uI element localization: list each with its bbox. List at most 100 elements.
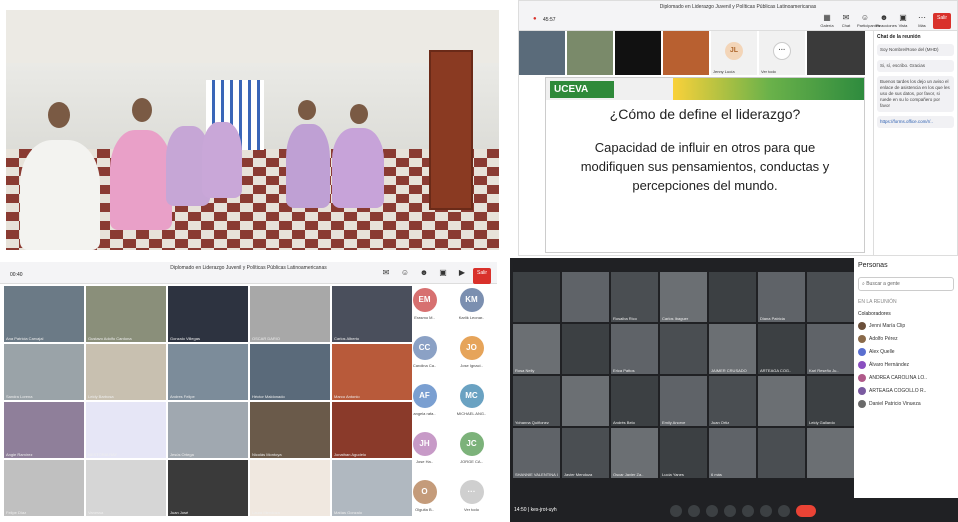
- video-tile[interactable]: Jesús Ortega: [168, 402, 248, 458]
- reaction-button[interactable]: [724, 505, 736, 517]
- video-tile[interactable]: Ana Patricia Carvajal: [4, 286, 84, 342]
- initials-tile[interactable]: MC MICHAEL ANG..: [450, 382, 493, 426]
- meet-tile[interactable]: ARTEAGA COG..: [758, 324, 805, 374]
- meet-tile[interactable]: Lucía Yanes: [660, 428, 707, 478]
- see-all-tile[interactable]: ··· Ver todo: [759, 31, 805, 75]
- leave-button[interactable]: Salir: [932, 13, 951, 29]
- meet-tile[interactable]: Carlos Ibaguer: [660, 272, 707, 322]
- hand-button[interactable]: [760, 505, 772, 517]
- person-row[interactable]: ANDREA CAROLINA LO..: [858, 374, 954, 382]
- initials-tile[interactable]: KM Karlik Leonar..: [450, 286, 493, 330]
- more-button[interactable]: [778, 505, 790, 517]
- video-tile[interactable]: Gustavo Adolfo Cardona: [86, 286, 166, 342]
- meet-tile[interactable]: Javier Mendoza: [562, 428, 609, 478]
- initials-tile[interactable]: JH Jose Ha..: [403, 430, 446, 474]
- chat-button[interactable]: ✉: [378, 268, 394, 284]
- captions-button[interactable]: [706, 505, 718, 517]
- meet-tile[interactable]: Leidy Gallardo: [807, 376, 854, 426]
- meet-tile[interactable]: Oscar Javier Za..: [611, 428, 658, 478]
- meet-tile[interactable]: [807, 428, 854, 478]
- participants-button[interactable]: ☺ Participantes: [857, 13, 880, 29]
- video-tile[interactable]: Nicolás Montoya: [250, 402, 330, 458]
- person-row[interactable]: Alex Quelle: [858, 348, 954, 356]
- meet-tile[interactable]: [562, 272, 609, 322]
- video-tile[interactable]: Carlos Alberto: [332, 286, 412, 342]
- video-tile[interactable]: Gonzalo Villegas: [168, 286, 248, 342]
- meet-tile[interactable]: Karl Reseño Ju..: [807, 324, 854, 374]
- initials-tile[interactable]: JO Jose Ignaci..: [450, 334, 493, 378]
- photo-ceiling: [6, 10, 499, 63]
- end-call-button[interactable]: [796, 505, 816, 517]
- video-tile[interactable]: Sandra Lorena: [4, 344, 84, 400]
- mic-button[interactable]: [670, 505, 682, 517]
- video-tile[interactable]: Matías Gonzalo: [332, 460, 412, 516]
- video-tile[interactable]: NESTORIA RAY: [86, 402, 166, 458]
- video-tile[interactable]: Laura Mendoza: [250, 460, 330, 516]
- chat-button[interactable]: ✉ Chat: [838, 13, 854, 29]
- meet-tile[interactable]: Rosa Nelly: [513, 324, 560, 374]
- video-tile[interactable]: JL Jenny Lucía: [711, 31, 757, 75]
- people-search[interactable]: ⌕ Buscar a gente: [858, 277, 954, 291]
- reactions-button[interactable]: ☻ Reacciones: [876, 13, 897, 29]
- meet-tile[interactable]: 6 más: [709, 428, 756, 478]
- video-tile[interactable]: Juan José: [168, 460, 248, 516]
- meet-tile[interactable]: [562, 376, 609, 426]
- initials-tile[interactable]: ··· Ver todo: [450, 478, 493, 522]
- video-tile[interactable]: Jonathan Agudelo: [332, 402, 412, 458]
- meet-tile[interactable]: Emily Anorve: [660, 376, 707, 426]
- view-button[interactable]: ▣: [435, 268, 451, 284]
- more-button[interactable]: ⋯ Más: [914, 13, 930, 29]
- person-row[interactable]: Álvaro Hernández: [858, 361, 954, 369]
- meet-tile[interactable]: [758, 428, 805, 478]
- reactions-button[interactable]: ☻: [416, 268, 432, 284]
- video-tile[interactable]: Héctor Maldonado: [250, 344, 330, 400]
- initials-tile[interactable]: EM Erasmo M..: [403, 286, 446, 330]
- person-row[interactable]: Jenni María Clip: [858, 322, 954, 330]
- meet-tile[interactable]: [660, 324, 707, 374]
- video-tile[interactable]: [663, 31, 709, 75]
- meet-tile[interactable]: Diana Patricia: [758, 272, 805, 322]
- gallery-button[interactable]: ▦ Galería: [819, 13, 835, 29]
- meet-tile[interactable]: [513, 272, 560, 322]
- video-tile[interactable]: OSCAR DARIO: [250, 286, 330, 342]
- meet-tile[interactable]: SHANNIE VALENTINA OR..: [513, 428, 560, 478]
- participants-button[interactable]: ☺: [397, 268, 413, 284]
- person-name: ANDREA CAROLINA LO..: [869, 375, 928, 381]
- meet-tile[interactable]: Juan Ortiz: [709, 376, 756, 426]
- person-row[interactable]: Adolfo Pérez: [858, 335, 954, 343]
- video-tile[interactable]: Vanessa: [86, 460, 166, 516]
- person-row[interactable]: ARTEAGA COGOLLO R..: [858, 387, 954, 395]
- initials-tile[interactable]: JC JORGE CA..: [450, 430, 493, 474]
- camera-button[interactable]: ▶: [454, 268, 470, 284]
- meet-tile[interactable]: Rosalba Rico: [611, 272, 658, 322]
- leave-button[interactable]: Salir: [472, 268, 491, 284]
- meet-tile[interactable]: [562, 324, 609, 374]
- video-tile[interactable]: Leidy Barbosa: [86, 344, 166, 400]
- chat-link[interactable]: https://forms.office.com/r/..: [877, 116, 954, 128]
- video-tile[interactable]: [615, 31, 661, 75]
- meet-tile[interactable]: JAIMER CRUSADO: [709, 324, 756, 374]
- video-tile[interactable]: [567, 31, 613, 75]
- video-tile[interactable]: [807, 31, 865, 75]
- present-button[interactable]: [742, 505, 754, 517]
- meet-tile[interactable]: [709, 272, 756, 322]
- camera-button[interactable]: [688, 505, 700, 517]
- meet-tile[interactable]: Andrés Belo: [611, 376, 658, 426]
- video-tile[interactable]: Marco Antonio: [332, 344, 412, 400]
- video-tile[interactable]: Felipe Díaz: [4, 460, 84, 516]
- view-button[interactable]: ▣ Vista: [895, 13, 911, 29]
- meet-tile[interactable]: [807, 272, 854, 322]
- video-tile[interactable]: Andres Felipe: [168, 344, 248, 400]
- person-name: ARTEAGA COGOLLO R..: [869, 388, 927, 394]
- initials-tile[interactable]: CC Carolina Ca..: [403, 334, 446, 378]
- video-tile[interactable]: Angie Ramírez: [4, 402, 84, 458]
- meet-tile[interactable]: Yohanna Quiñonez: [513, 376, 560, 426]
- initials-tile[interactable]: AF angela rafa..: [403, 382, 446, 426]
- initials-tile[interactable]: O Olguita B..: [403, 478, 446, 522]
- meet-tile[interactable]: Erica Pattos: [611, 324, 658, 374]
- meet-tile[interactable]: [758, 376, 805, 426]
- video-tile[interactable]: [519, 31, 565, 75]
- person-name: Daniel Patricio Vinueza: [869, 401, 921, 407]
- person-row[interactable]: Daniel Patricio Vinueza: [858, 400, 954, 408]
- chat-recipient[interactable]: Soy Nombre/Rose del (MHD): [877, 44, 954, 56]
